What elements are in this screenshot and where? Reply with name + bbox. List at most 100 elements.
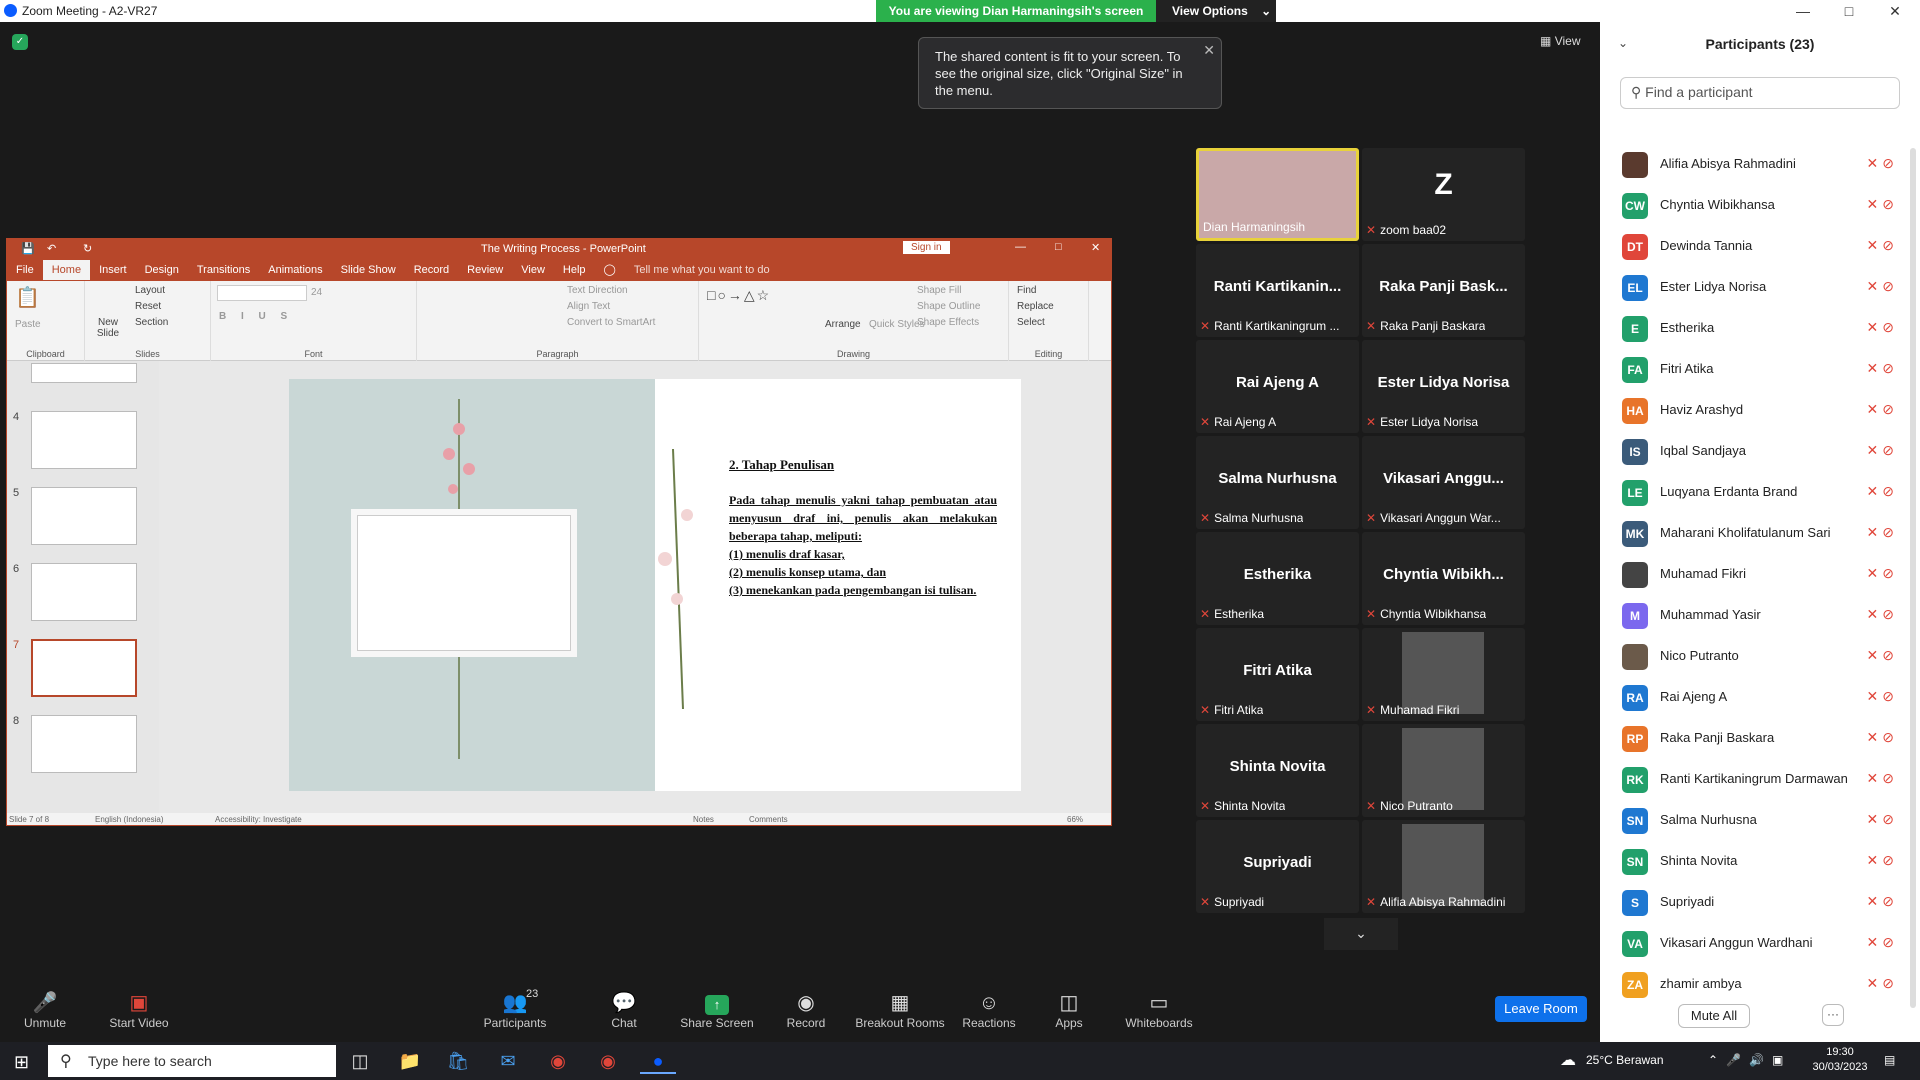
slide[interactable]: 2. Tahap Penulisan Pada tahap menulis ya… bbox=[289, 379, 1021, 791]
tab-transitions[interactable]: Transitions bbox=[188, 260, 259, 280]
participant-row[interactable]: SN Shinta Novita ✕⊘ bbox=[1600, 841, 1920, 882]
participant-row[interactable]: ZA zhamir ambya ✕⊘ bbox=[1600, 964, 1920, 1005]
ppt-minimize-button[interactable]: — bbox=[1015, 241, 1026, 253]
participant-row[interactable]: SN Salma Nurhusna ✕⊘ bbox=[1600, 800, 1920, 841]
breakout-rooms-button[interactable]: ▦ Breakout Rooms bbox=[852, 990, 948, 1030]
undo-icon[interactable]: ↶ bbox=[47, 242, 56, 255]
participant-row[interactable]: DT Dewinda Tannia ✕⊘ bbox=[1600, 226, 1920, 267]
weather-text[interactable]: 25°C Berawan bbox=[1586, 1053, 1664, 1067]
participant-row[interactable]: MK Maharani Kholifatulanum Sari ✕⊘ bbox=[1600, 513, 1920, 554]
apps-button[interactable]: ◫ Apps bbox=[1024, 990, 1114, 1030]
video-tile[interactable]: Dian Harmaningsih bbox=[1196, 148, 1359, 241]
mute-all-button[interactable]: Mute All bbox=[1678, 1004, 1750, 1028]
video-tile[interactable]: ✕ Alifia Abisya Rahmadini bbox=[1362, 820, 1525, 913]
accessibility-status[interactable]: Accessibility: Investigate bbox=[215, 815, 302, 824]
minimize-button[interactable]: — bbox=[1780, 0, 1826, 22]
video-tile[interactable]: Fitri Atika ✕ Fitri Atika bbox=[1196, 628, 1359, 721]
participant-row[interactable]: CW Chyntia Wibikhansa ✕⊘ bbox=[1600, 185, 1920, 226]
participant-row[interactable]: S Supriyadi ✕⊘ bbox=[1600, 882, 1920, 923]
video-tile[interactable]: ✕ Nico Putranto bbox=[1362, 724, 1525, 817]
tab-record[interactable]: Record bbox=[405, 260, 458, 280]
section-button[interactable]: Section bbox=[135, 317, 168, 328]
tab-view[interactable]: View bbox=[512, 260, 554, 280]
tab-home[interactable]: Home bbox=[42, 260, 91, 280]
video-tile[interactable]: Salma Nurhusna ✕ Salma Nurhusna bbox=[1196, 436, 1359, 529]
slide-thumbnail[interactable] bbox=[31, 563, 137, 621]
sign-in-button[interactable]: Sign in bbox=[903, 241, 950, 254]
participant-row[interactable]: Muhamad Fikri ✕⊘ bbox=[1600, 554, 1920, 595]
participant-row[interactable]: RA Rai Ajeng A ✕⊘ bbox=[1600, 677, 1920, 718]
unmute-button[interactable]: 🎤 Unmute bbox=[0, 990, 90, 1030]
arrange-button[interactable]: Arrange bbox=[825, 319, 861, 330]
chrome-icon[interactable]: ◉ bbox=[540, 1048, 576, 1074]
leave-room-button[interactable]: Leave Room bbox=[1495, 996, 1587, 1022]
tab-help[interactable]: Help bbox=[554, 260, 595, 280]
tab-design[interactable]: Design bbox=[136, 260, 188, 280]
slide-thumbnail[interactable] bbox=[31, 411, 137, 469]
reset-button[interactable]: Reset bbox=[135, 301, 161, 312]
task-view-icon[interactable]: ◫ bbox=[342, 1048, 378, 1074]
video-tile[interactable]: ✕ Muhamad Fikri bbox=[1362, 628, 1525, 721]
tab-file[interactable]: File bbox=[7, 260, 43, 280]
select-button[interactable]: Select bbox=[1017, 317, 1045, 328]
windows-start-icon[interactable]: ⊞ bbox=[14, 1052, 29, 1073]
view-button[interactable]: ▦ View bbox=[1540, 34, 1580, 48]
participant-row[interactable]: Alifia Abisya Rahmadini ✕⊘ bbox=[1600, 144, 1920, 185]
close-icon[interactable]: ✕ bbox=[1203, 42, 1215, 59]
participant-row[interactable]: RP Raka Panji Baskara ✕⊘ bbox=[1600, 718, 1920, 759]
save-icon[interactable]: 💾 bbox=[21, 242, 35, 255]
view-options-button[interactable]: View Options ⌄ bbox=[1156, 0, 1276, 22]
participant-scrollbar[interactable] bbox=[1910, 148, 1916, 1008]
file-explorer-icon[interactable]: 📁 bbox=[392, 1048, 428, 1074]
chevron-down-icon[interactable]: ⌄ bbox=[1324, 918, 1398, 950]
tell-me-input[interactable]: Tell me what you want to do bbox=[625, 260, 779, 280]
start-video-button[interactable]: ▣ Start Video bbox=[94, 990, 184, 1030]
slide-thumbnail[interactable] bbox=[31, 363, 137, 383]
image-placeholder-frame[interactable] bbox=[351, 509, 577, 657]
replace-button[interactable]: Replace bbox=[1017, 301, 1054, 312]
video-tile[interactable]: Vikasari Anggu... ✕ Vikasari Anggun War... bbox=[1362, 436, 1525, 529]
video-tile[interactable]: Z ✕ zoom baa02 bbox=[1362, 148, 1525, 241]
participant-row[interactable]: EL Ester Lidya Norisa ✕⊘ bbox=[1600, 267, 1920, 308]
participant-row[interactable]: E Estherika ✕⊘ bbox=[1600, 308, 1920, 349]
slide-thumbnail[interactable] bbox=[31, 715, 137, 773]
video-tile[interactable]: Chyntia Wibikh... ✕ Chyntia Wibikhansa bbox=[1362, 532, 1525, 625]
language-status[interactable]: English (Indonesia) bbox=[95, 815, 163, 824]
ppt-maximize-button[interactable]: □ bbox=[1055, 241, 1062, 253]
tab-slide-show[interactable]: Slide Show bbox=[332, 260, 405, 280]
video-tile[interactable]: Shinta Novita ✕ Shinta Novita bbox=[1196, 724, 1359, 817]
align-text-button[interactable]: Align Text bbox=[567, 301, 610, 312]
mail-icon[interactable]: ✉ bbox=[490, 1048, 526, 1074]
system-tray-icons[interactable]: ⌃🎤🔊▣ bbox=[1708, 1053, 1791, 1067]
video-tile[interactable]: Supriyadi ✕ Supriyadi bbox=[1196, 820, 1359, 913]
participant-row[interactable]: Nico Putranto ✕⊘ bbox=[1600, 636, 1920, 677]
paste-button[interactable]: Paste bbox=[15, 319, 41, 330]
font-name-box[interactable] bbox=[217, 285, 307, 301]
taskbar-clock[interactable]: 19:30 30/03/2023 bbox=[1810, 1045, 1870, 1075]
font-size-box[interactable]: 24 bbox=[311, 287, 322, 298]
slide-thumbnail[interactable] bbox=[31, 487, 137, 545]
security-shield-icon[interactable]: ✓ bbox=[12, 34, 28, 50]
video-tile[interactable]: Raka Panji Bask... ✕ Raka Panji Baskara bbox=[1362, 244, 1525, 337]
find-button[interactable]: Find bbox=[1017, 285, 1036, 296]
tab-animations[interactable]: Animations bbox=[259, 260, 331, 280]
share-screen-button[interactable]: ↑ Share Screen bbox=[672, 990, 762, 1030]
record-button[interactable]: ◉ Record bbox=[761, 990, 851, 1030]
participant-row[interactable]: VA Vikasari Anggun Wardhani ✕⊘ bbox=[1600, 923, 1920, 964]
notifications-icon[interactable]: ▤ bbox=[1884, 1053, 1895, 1067]
maximize-button[interactable]: □ bbox=[1826, 0, 1872, 22]
participant-row[interactable]: HA Haviz Arashyd ✕⊘ bbox=[1600, 390, 1920, 431]
convert-smartart-button[interactable]: Convert to SmartArt bbox=[567, 317, 655, 328]
shape-fill-button[interactable]: Shape Fill bbox=[917, 285, 961, 296]
layout-button[interactable]: Layout bbox=[135, 285, 165, 296]
video-tile[interactable]: Rai Ajeng A ✕ Rai Ajeng A bbox=[1196, 340, 1359, 433]
close-button[interactable]: ✕ bbox=[1872, 0, 1918, 22]
comments-button[interactable]: Comments bbox=[749, 815, 788, 824]
more-options-button[interactable]: ··· bbox=[1822, 1004, 1844, 1026]
taskbar-search-input[interactable]: ⚲ Type here to search bbox=[48, 1045, 336, 1077]
text-direction-button[interactable]: Text Direction bbox=[567, 285, 628, 296]
participant-row[interactable]: IS Iqbal Sandjaya ✕⊘ bbox=[1600, 431, 1920, 472]
notes-button[interactable]: Notes bbox=[693, 815, 714, 824]
slide-thumbnail-selected[interactable] bbox=[31, 639, 137, 697]
participant-row[interactable]: LE Luqyana Erdanta Brand ✕⊘ bbox=[1600, 472, 1920, 513]
